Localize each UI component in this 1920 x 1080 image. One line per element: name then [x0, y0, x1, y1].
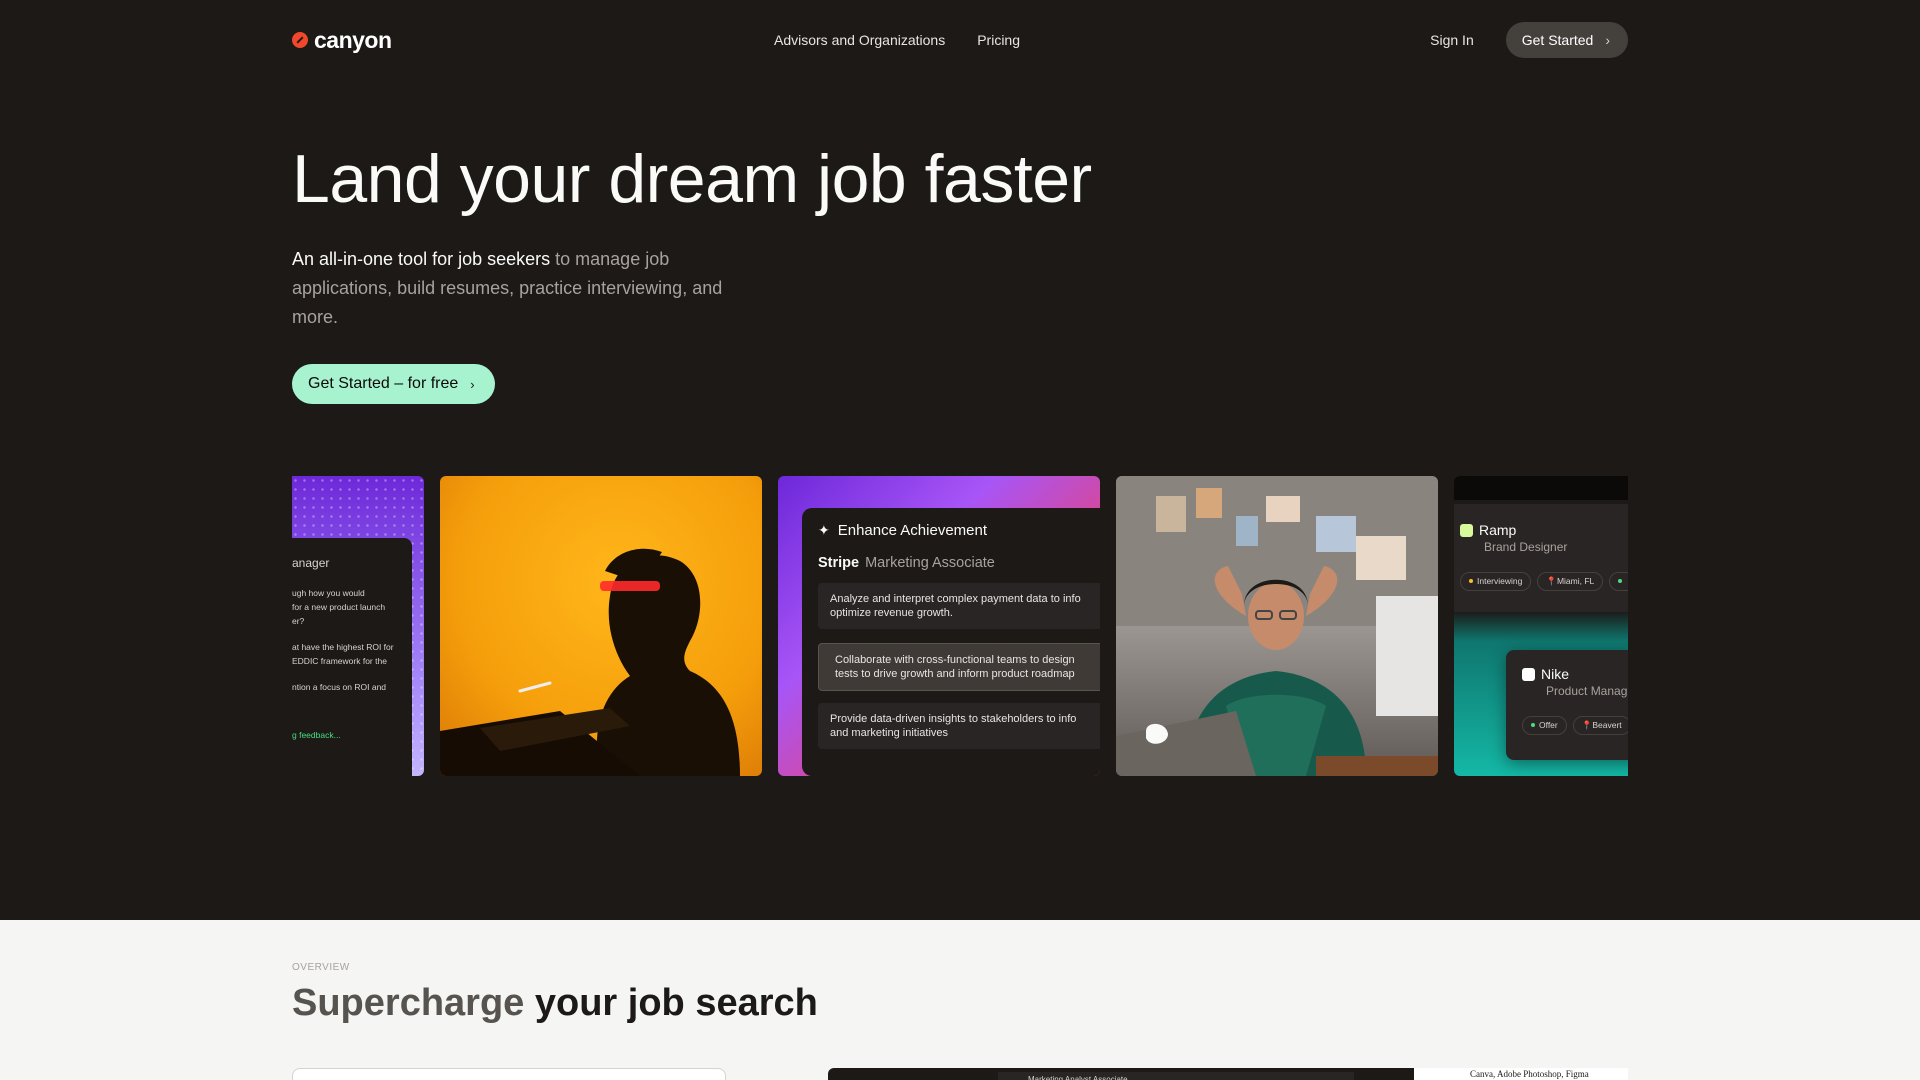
- sparkle-icon: ✦: [818, 522, 830, 538]
- preview-skills: Canva, Adobe Photoshop, Figma: [1414, 1068, 1628, 1080]
- interview-practice-card[interactable]: anager ugh how you would for a new produ…: [292, 476, 424, 776]
- pin-icon: 📍: [1546, 576, 1557, 586]
- bullet-line: Analyze and interpret complex payment da…: [830, 593, 1081, 605]
- logo[interactable]: canyon: [292, 27, 392, 54]
- job-nike[interactable]: Nike Product Manag Offer 📍Beavert: [1506, 650, 1628, 760]
- interview-line: er?: [292, 616, 305, 626]
- chevron-right-icon: ›: [470, 376, 475, 392]
- feature-gallery: anager ugh how you would for a new produ…: [292, 476, 1628, 776]
- get-started-free-button[interactable]: Get Started – for free ›: [292, 364, 495, 404]
- hero-title: Land your dream job faster: [292, 141, 1092, 217]
- location-label: Miami, FL: [1556, 576, 1595, 586]
- overview-title: Supercharge your job search: [292, 982, 818, 1025]
- hero-subtitle: An all-in-one tool for job seekers to ma…: [292, 245, 772, 332]
- interview-answer: at have the highest ROI for EDDIC framew…: [292, 640, 412, 668]
- silhouette-illustration: [440, 548, 740, 776]
- nav-actions: Sign In Get Started ›: [1430, 22, 1628, 58]
- achievement-role: Stripe Marketing Associate: [818, 555, 1100, 571]
- bullet-line: and marketing initiatives: [830, 727, 949, 739]
- preview-panel-left: [292, 1068, 726, 1080]
- achievement-bullet[interactable]: Analyze and interpret complex payment da…: [818, 583, 1100, 629]
- company-label: Ramp: [1479, 522, 1517, 538]
- job-nike-role: Product Manag: [1546, 684, 1628, 698]
- interview-line: EDDIC framework for the: [292, 656, 387, 666]
- preview-panel-dark: Marketing Analyst Associate: [828, 1068, 1414, 1080]
- bullet-line: Collaborate with cross-functional teams …: [835, 654, 1075, 666]
- pin-icon: 📍: [1581, 720, 1593, 730]
- job-ramp[interactable]: Ramp Brand Designer Interviewing 📍Miami,…: [1454, 504, 1628, 612]
- location-label: Beavert: [1592, 720, 1622, 730]
- status-label: Interviewing: [1477, 576, 1523, 586]
- interview-line: at have the highest ROI for: [292, 642, 394, 652]
- status-pill: Interviewing: [1460, 572, 1532, 591]
- status-dot-icon: [1531, 723, 1535, 727]
- location-pill: 📍Beavert: [1572, 716, 1628, 735]
- achievement-bullet-selected[interactable]: Collaborate with cross-functional teams …: [818, 643, 1100, 691]
- job-ramp-tags: Interviewing 📍Miami, FL: [1460, 572, 1628, 591]
- bullet-line: Provide data-driven insights to stakehol…: [830, 713, 1077, 725]
- company-label: Nike: [1541, 666, 1570, 682]
- job-tracker-card[interactable]: Ramp Brand Designer Interviewing 📍Miami,…: [1454, 476, 1628, 776]
- get-started-free-label: Get Started – for free: [308, 375, 459, 392]
- job-nike-company: Nike: [1522, 666, 1628, 682]
- overview-label: OVERVIEW: [292, 962, 350, 973]
- role-title: Marketing Associate: [865, 555, 995, 571]
- company-name: Stripe: [818, 555, 860, 571]
- top-nav: canyon Advisors and Organizations Pricin…: [292, 22, 1628, 58]
- smiling-person-photo: [1116, 476, 1438, 776]
- interview-title: anager: [292, 556, 330, 570]
- achievement-heading: Enhance Achievement: [837, 522, 988, 539]
- interview-line: for a new product launch: [292, 602, 386, 612]
- interview-question: ugh how you would for a new product laun…: [292, 586, 412, 628]
- job-ramp-role: Brand Designer: [1484, 540, 1568, 554]
- logo-text: canyon: [314, 26, 392, 53]
- status-pill: Offer: [1522, 716, 1567, 735]
- enhance-achievement-card[interactable]: ✦ Enhance Achievement Stripe Marketing As…: [778, 476, 1100, 776]
- achievement-panel: ✦ Enhance Achievement Stripe Marketing As…: [802, 508, 1100, 776]
- overview-title-rest: your job search: [524, 982, 818, 1024]
- bullet-line: optimize revenue growth.: [830, 607, 953, 619]
- job-ramp-company: Ramp: [1460, 522, 1628, 538]
- chevron-right-icon: ›: [1605, 32, 1610, 48]
- overview-section: OVERVIEW Supercharge your job search Mar…: [0, 920, 1920, 1080]
- feedback-link[interactable]: g feedback...: [292, 730, 412, 740]
- nike-logo-icon: [1522, 668, 1535, 681]
- bullet-line: tests to drive growth and inform product…: [835, 668, 1075, 680]
- nav-links: Advisors and Organizations Pricing: [774, 32, 1020, 48]
- silhouette-photo: [440, 476, 762, 776]
- location-pill: 📍Miami, FL: [1537, 572, 1604, 591]
- status-dot-icon: [1469, 579, 1473, 583]
- achievement-header: ✦ Enhance Achievement: [818, 522, 1100, 539]
- overview-title-muted: Supercharge: [292, 982, 525, 1024]
- interview-line: ntion a focus on ROI and: [292, 682, 387, 692]
- extra-pill: [1609, 572, 1628, 591]
- interview-panel: anager ugh how you would for a new produ…: [292, 538, 412, 776]
- preview-job-title: Marketing Analyst Associate: [998, 1072, 1354, 1080]
- nav-link-pricing[interactable]: Pricing: [977, 32, 1020, 48]
- canyon-logo-icon: [292, 32, 308, 48]
- office-photo-illustration: [1116, 476, 1438, 776]
- get-started-label: Get Started: [1521, 32, 1594, 48]
- interview-line: ugh how you would: [292, 588, 365, 598]
- job-nike-tags: Offer 📍Beavert: [1522, 716, 1628, 735]
- get-started-button[interactable]: Get Started ›: [1505, 22, 1628, 58]
- nav-link-advisors[interactable]: Advisors and Organizations: [774, 32, 945, 48]
- sign-in-link[interactable]: Sign In: [1430, 32, 1474, 48]
- achievement-bullet[interactable]: Provide data-driven insights to stakehol…: [818, 703, 1100, 749]
- ramp-logo-icon: [1460, 524, 1473, 537]
- status-label: Offer: [1539, 720, 1558, 730]
- hero-subtitle-strong: An all-in-one tool for job seekers: [292, 249, 551, 269]
- status-dot-icon: [1618, 579, 1623, 583]
